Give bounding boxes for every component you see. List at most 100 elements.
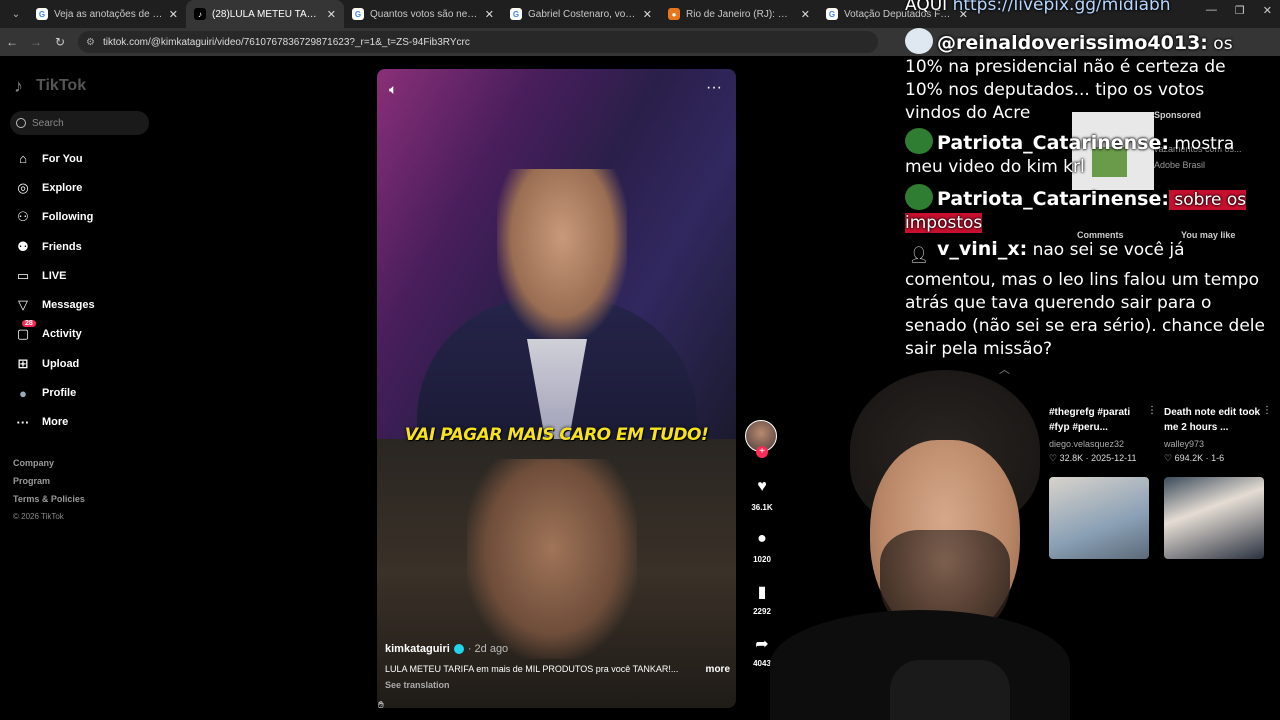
suggestion-title: Death note edit took me 2 hours ... [1164, 407, 1261, 433]
tab-close-icon[interactable]: ✕ [327, 8, 336, 21]
footer-link[interactable]: Company [13, 458, 85, 476]
mouse-cursor-icon: ✋︎ [378, 700, 384, 711]
browser-tab[interactable]: ♪ (28)LULA METEU TARIFA em m ✕ [186, 0, 344, 28]
sidebar-item-profile[interactable]: ● Profile [14, 378, 95, 407]
friends-icon: ⚉ [17, 238, 29, 254]
copyright: © 2026 TikTok [13, 512, 64, 521]
chat-message: 👤︎ v_vini_x: nao sei se você já comentou,… [905, 238, 1265, 361]
streamer-webcam [770, 360, 1070, 720]
logo-text: TikTok [36, 77, 87, 94]
search-placeholder: Search [32, 117, 64, 129]
notification-badge: 28 [22, 320, 36, 328]
tab-title: (28)LULA METEU TARIFA em m [212, 8, 321, 20]
site-info-icon[interactable]: ⚙ [86, 37, 95, 48]
sidebar-item-label: Friends [42, 240, 82, 253]
suggestion-stats: ♡ 694.2K · 1-6 [1164, 453, 1225, 463]
user-silhouette-icon: 👤︎ [908, 245, 930, 264]
browser-tab[interactable]: G Veja as anotações de Flávio Bol ✕ [28, 0, 186, 28]
chat-message-highlighted: Patriota_Catarinense: sobre os impostos [905, 184, 1265, 235]
tab-favicon-icon: G [36, 8, 48, 20]
state-flag-icon [905, 184, 933, 210]
sidebar-item-live[interactable]: ▭ LIVE [14, 261, 95, 290]
video-more-icon[interactable]: ··· [706, 79, 722, 97]
volume-icon[interactable]: 🔈︎ [389, 81, 397, 98]
tiktok-note-icon: ♪ [14, 76, 23, 96]
follow-plus-icon[interactable]: + [756, 446, 768, 458]
forward-icon[interactable]: → [24, 35, 48, 49]
compass-icon: ◎ [17, 179, 29, 195]
tab-title: Veja as anotações de Flávio Bol [54, 8, 163, 20]
more-icon: ··· [16, 414, 30, 430]
sidebar-item-friends[interactable]: ⚉ Friends [14, 232, 95, 261]
sidebar-item-for-you[interactable]: ⌂ For You [14, 144, 95, 173]
search-input[interactable]: Search [10, 111, 149, 135]
sidebar-item-label: Messages [42, 299, 95, 312]
tab-search-icon[interactable]: ⌄ [4, 4, 28, 24]
chat-username: @reinaldoverissimo4013: [937, 32, 1208, 54]
tab-title: Quantos votos são necessários [370, 8, 479, 20]
sidebar-item-explore[interactable]: ◎ Explore [14, 173, 95, 202]
video-top-frame [377, 69, 736, 439]
state-flag-icon [905, 128, 933, 154]
sidebar-item-activity[interactable]: ▢ 28 Activity [14, 320, 95, 349]
footer-link[interactable]: Program [13, 476, 85, 494]
sidebar-item-more[interactable]: ··· More [14, 408, 95, 437]
chat-donation-line: AQUI https://livepix.gg/midiabh [905, 0, 1171, 17]
sidebar-item-label: Following [42, 211, 94, 224]
chat-username: Patriota_Catarinense: [937, 188, 1169, 210]
browser-tab[interactable]: G Gabriel Costenaro, votação Rio ✕ [502, 0, 660, 28]
donation-link[interactable]: https://livepix.gg/midiabh [953, 0, 1171, 15]
microphone [890, 660, 1010, 720]
browser-tab[interactable]: ● Rio de Janeiro (RJ): Gabriel Cos ✕ [660, 0, 818, 28]
sidebar-item-label: Explore [42, 181, 83, 194]
sidebar-item-following[interactable]: ⚇ Following [14, 203, 95, 232]
tiktok-sidebar: ♪ TikTok Search ⌂ For You ◎ Explore ⚇ Followi… [0, 56, 240, 720]
live-icon: ▭ [16, 267, 30, 283]
video-player[interactable]: VAI PAGAR MAIS CARO EM TUDO! 🔈︎ ··· kimk… [377, 69, 736, 708]
sidebar-item-upload[interactable]: ⊞ Upload [14, 349, 95, 378]
video-username[interactable]: kimkataguiri [385, 643, 450, 655]
tab-title: Rio de Janeiro (RJ): Gabriel Cos [686, 8, 795, 20]
video-caption-overlay: VAI PAGAR MAIS CARO EM TUDO! [404, 425, 709, 445]
url-field[interactable]: ⚙ tiktok.com/@kimkataguiri/video/7610767… [78, 31, 878, 53]
user-avatar-icon [905, 28, 933, 54]
browser-tab[interactable]: G Quantos votos são necessários ✕ [344, 0, 502, 28]
profile-avatar: ● [19, 385, 27, 401]
suggested-video-2[interactable]: Death note edit took me 2 hours ... wall… [1164, 405, 1272, 464]
search-icon [16, 118, 26, 128]
person-face [497, 169, 627, 339]
tab-title: Gabriel Costenaro, votação Rio [528, 8, 637, 20]
sidebar-item-label: Activity [42, 328, 82, 341]
sidebar-footer: Company Program Terms & Policies © 2026 Tik… [13, 458, 85, 526]
tiktok-logo[interactable]: ♪ TikTok [14, 76, 86, 96]
url-text: tiktok.com/@kimkataguiri/video/761076783… [102, 36, 470, 48]
tab-close-icon[interactable]: ✕ [169, 8, 178, 21]
sidebar-item-label: For You [42, 152, 83, 165]
suggestion-author: walley973 [1164, 439, 1205, 449]
reload-icon[interactable]: ↻ [48, 35, 72, 49]
tab-close-icon[interactable]: ✕ [801, 8, 810, 21]
tab-favicon-icon: ♪ [194, 8, 206, 20]
footer-link[interactable]: Terms & Policies [13, 494, 85, 512]
tab-close-icon[interactable]: ✕ [643, 8, 652, 21]
messages-icon: ▽ [18, 297, 28, 313]
upload-icon: ⊞ [17, 355, 29, 371]
suggestion-more-icon[interactable]: ⋮ [1262, 405, 1272, 416]
sidebar-item-messages[interactable]: ▽ Messages [14, 290, 95, 319]
video-date: · 2d ago [467, 643, 509, 655]
verified-icon [453, 644, 464, 654]
more-link[interactable]: more [706, 664, 730, 675]
following-icon: ⚇ [17, 209, 29, 225]
sidebar-item-label: Upload [42, 357, 80, 370]
suggestion-thumbnail-2[interactable] [1164, 477, 1264, 559]
suggestion-more-icon[interactable]: ⋮ [1147, 405, 1157, 416]
see-translation-link[interactable]: See translation [385, 680, 730, 690]
chat-message: Patriota_Catarinense: mostra meu video d… [905, 128, 1265, 179]
chat-message: @reinaldoverissimo4013: os 10% na presid… [905, 28, 1265, 125]
tab-favicon-icon: G [352, 8, 364, 20]
actor-face [467, 459, 637, 659]
chat-username: v_vini_x: [937, 238, 1028, 260]
tab-close-icon[interactable]: ✕ [485, 8, 494, 21]
back-icon[interactable]: ← [0, 35, 24, 49]
activity-icon: ▢ 28 [14, 320, 36, 342]
